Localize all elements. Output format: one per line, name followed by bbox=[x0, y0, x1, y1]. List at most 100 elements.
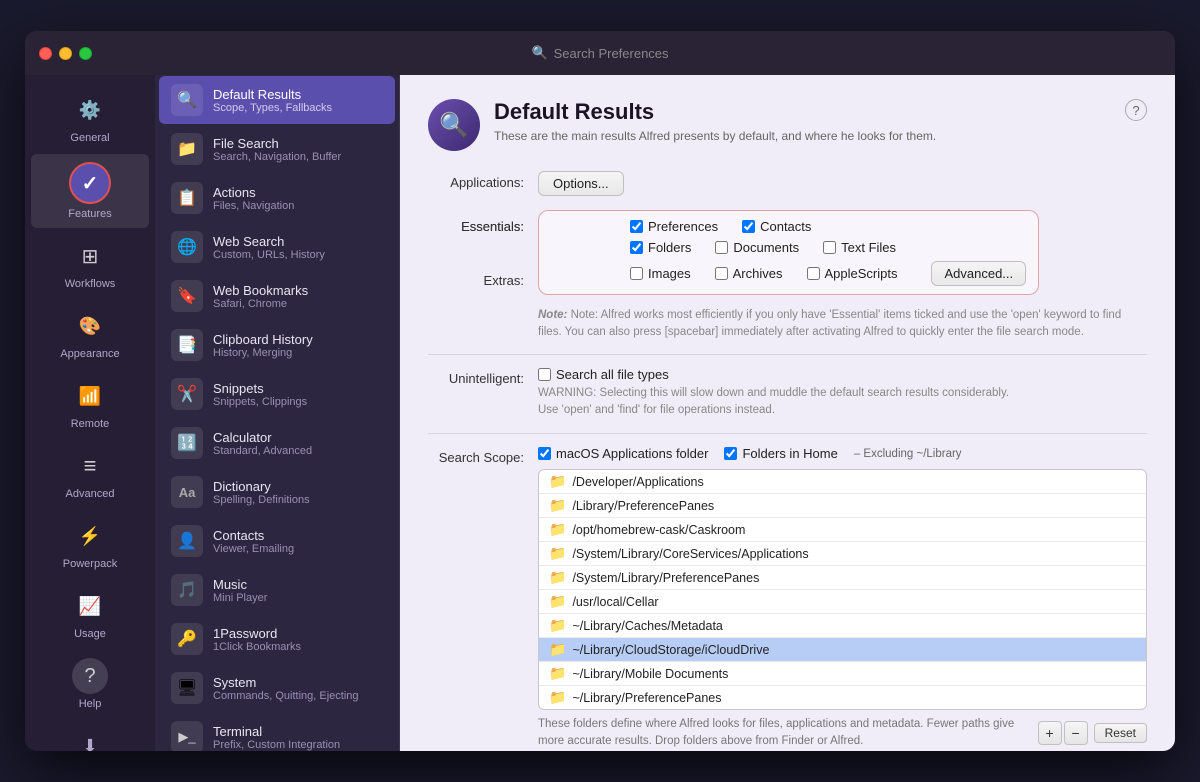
feature-sub-terminal: Prefix, Custom Integration bbox=[213, 739, 340, 751]
feature-item-system[interactable]: 🖥 System Commands, Quitting, Ejecting bbox=[159, 664, 395, 712]
folder-item-6[interactable]: 📁 ~/Library/Caches/Metadata bbox=[539, 614, 1146, 638]
feature-sub-system: Commands, Quitting, Ejecting bbox=[213, 690, 359, 702]
feature-item-1password[interactable]: 🔑 1Password 1Click Bookmarks bbox=[159, 615, 395, 663]
folder-item-2[interactable]: 📁 /opt/homebrew-cask/Caskroom bbox=[539, 518, 1146, 542]
close-button[interactable] bbox=[39, 47, 52, 60]
feature-item-dictionary[interactable]: Aa Dictionary Spelling, Definitions bbox=[159, 468, 395, 516]
feature-item-calculator[interactable]: 🔢 Calculator Standard, Advanced bbox=[159, 419, 395, 467]
checkbox-images[interactable]: Images bbox=[630, 266, 691, 281]
folder-item-8[interactable]: 📁 ~/Library/Mobile Documents bbox=[539, 662, 1146, 686]
feature-item-default-results[interactable]: 🔍 Default Results Scope, Types, Fallback… bbox=[159, 76, 395, 124]
feature-name-dictionary: Dictionary bbox=[213, 479, 310, 494]
scope-check-folders-home[interactable]: Folders in Home bbox=[724, 446, 837, 461]
folder-path-2: /opt/homebrew-cask/Caskroom bbox=[572, 523, 745, 537]
checkbox-preferences-label: Preferences bbox=[648, 219, 718, 234]
folder-item-7[interactable]: 📁 ~/Library/CloudStorage/iCloudDrive bbox=[539, 638, 1146, 662]
sidebar-label-remote: Remote bbox=[71, 418, 110, 430]
checkbox-all-file-types-input[interactable] bbox=[538, 368, 551, 381]
folder-list: 📁 /Developer/Applications 📁 /Library/Pre… bbox=[538, 469, 1147, 710]
folder-item-9[interactable]: 📁 ~/Library/PreferencePanes bbox=[539, 686, 1146, 709]
feature-item-file-search[interactable]: 📁 File Search Search, Navigation, Buffer bbox=[159, 125, 395, 173]
checkbox-documents-input[interactable] bbox=[715, 241, 728, 254]
unintelligent-label: Unintelligent: bbox=[428, 367, 538, 386]
folder-icon-4: 📁 bbox=[549, 569, 566, 586]
feature-icon-clipboard-history: 📑 bbox=[171, 329, 203, 361]
maximize-button[interactable] bbox=[79, 47, 92, 60]
feature-item-terminal[interactable]: ▶_ Terminal Prefix, Custom Integration bbox=[159, 713, 395, 751]
feature-name-web-search: Web Search bbox=[213, 234, 325, 249]
folder-path-5: /usr/local/Cellar bbox=[572, 595, 658, 609]
checkbox-preferences[interactable]: Preferences bbox=[630, 219, 718, 234]
checkbox-applescripts[interactable]: AppleScripts bbox=[807, 266, 898, 281]
checkbox-text-files-input[interactable] bbox=[823, 241, 836, 254]
scope-check-folders-home-label: Folders in Home bbox=[742, 446, 837, 461]
sidebar-item-general[interactable]: ⚙️ General bbox=[31, 84, 149, 152]
folder-icon-5: 📁 bbox=[549, 593, 566, 610]
checkbox-archives[interactable]: Archives bbox=[715, 266, 783, 281]
feature-item-clipboard-history[interactable]: 📑 Clipboard History History, Merging bbox=[159, 321, 395, 369]
folder-item-0[interactable]: 📁 /Developer/Applications bbox=[539, 470, 1146, 494]
checkbox-preferences-input[interactable] bbox=[630, 220, 643, 233]
help-button[interactable]: ? bbox=[1125, 99, 1147, 121]
feature-item-web-bookmarks[interactable]: 🔖 Web Bookmarks Safari, Chrome bbox=[159, 272, 395, 320]
checkbox-text-files[interactable]: Text Files bbox=[823, 240, 896, 255]
checkbox-folders[interactable]: Folders bbox=[630, 240, 691, 255]
checkbox-archives-input[interactable] bbox=[715, 267, 728, 280]
sidebar-item-update[interactable]: ⬇ Update bbox=[31, 720, 149, 751]
folder-item-3[interactable]: 📁 /System/Library/CoreServices/Applicati… bbox=[539, 542, 1146, 566]
sidebar: ⚙️ General ✓ Features ⊞ Workflows 🎨 Appe… bbox=[25, 75, 155, 751]
scope-check-folders-home-input[interactable] bbox=[724, 447, 737, 460]
remote-icon: 📶 bbox=[72, 378, 108, 414]
scope-check-macos-input[interactable] bbox=[538, 447, 551, 460]
features-icon: ✓ bbox=[69, 162, 111, 204]
feature-icon-default-results: 🔍 bbox=[171, 84, 203, 116]
sidebar-item-help[interactable]: ? Help bbox=[31, 650, 149, 718]
advanced-button[interactable]: Advanced... bbox=[931, 261, 1026, 286]
checkbox-folders-input[interactable] bbox=[630, 241, 643, 254]
folder-item-4[interactable]: 📁 /System/Library/PreferencePanes bbox=[539, 566, 1146, 590]
folder-icon-1: 📁 bbox=[549, 497, 566, 514]
feature-name-music: Music bbox=[213, 577, 267, 592]
unintelligent-row: Unintelligent: Search all file types WAR… bbox=[428, 367, 1147, 420]
feature-icon-snippets: ✂️ bbox=[171, 378, 203, 410]
remove-folder-button[interactable]: − bbox=[1064, 721, 1088, 745]
feature-item-web-search[interactable]: 🌐 Web Search Custom, URLs, History bbox=[159, 223, 395, 271]
folder-item-5[interactable]: 📁 /usr/local/Cellar bbox=[539, 590, 1146, 614]
sidebar-item-powerpack[interactable]: ⚡ Powerpack bbox=[31, 510, 149, 578]
applications-row: Applications: Options... bbox=[428, 171, 1147, 196]
content-area: 🔍 Default Results These are the main res… bbox=[400, 75, 1175, 751]
add-folder-button[interactable]: + bbox=[1038, 721, 1062, 745]
options-button[interactable]: Options... bbox=[538, 171, 624, 196]
checkbox-all-file-types[interactable]: Search all file types bbox=[538, 367, 669, 382]
scope-check-macos[interactable]: macOS Applications folder bbox=[538, 446, 708, 461]
feature-sub-actions: Files, Navigation bbox=[213, 200, 294, 212]
folder-icon-0: 📁 bbox=[549, 473, 566, 490]
feature-sub-music: Mini Player bbox=[213, 592, 267, 604]
sidebar-label-powerpack: Powerpack bbox=[63, 558, 117, 570]
reset-button[interactable]: Reset bbox=[1094, 723, 1147, 743]
sidebar-item-advanced[interactable]: ≡ Advanced bbox=[31, 440, 149, 508]
sidebar-item-workflows[interactable]: ⊞ Workflows bbox=[31, 230, 149, 298]
scope-excluding-note: – Excluding ~/Library bbox=[854, 448, 962, 460]
sidebar-item-usage[interactable]: 📈 Usage bbox=[31, 580, 149, 648]
checkbox-images-input[interactable] bbox=[630, 267, 643, 280]
essentials-label: Essentials: bbox=[428, 215, 538, 234]
minimize-button[interactable] bbox=[59, 47, 72, 60]
applications-content: Options... bbox=[538, 171, 1147, 196]
general-icon: ⚙️ bbox=[72, 92, 108, 128]
sidebar-item-remote[interactable]: 📶 Remote bbox=[31, 370, 149, 438]
folder-item-1[interactable]: 📁 /Library/PreferencePanes bbox=[539, 494, 1146, 518]
feature-item-snippets[interactable]: ✂️ Snippets Snippets, Clippings bbox=[159, 370, 395, 418]
sidebar-item-appearance[interactable]: 🎨 Appearance bbox=[31, 300, 149, 368]
feature-item-actions[interactable]: 📋 Actions Files, Navigation bbox=[159, 174, 395, 222]
checkbox-contacts[interactable]: Contacts bbox=[742, 219, 811, 234]
sidebar-item-features[interactable]: ✓ Features bbox=[31, 154, 149, 228]
folder-path-8: ~/Library/Mobile Documents bbox=[572, 667, 728, 681]
checkbox-documents[interactable]: Documents bbox=[715, 240, 799, 255]
checkbox-applescripts-input[interactable] bbox=[807, 267, 820, 280]
extras-row2: Extras: Images Archives bbox=[551, 261, 1026, 286]
feature-item-contacts[interactable]: 👤 Contacts Viewer, Emailing bbox=[159, 517, 395, 565]
feature-text-default-results: Default Results Scope, Types, Fallbacks bbox=[213, 87, 332, 114]
feature-item-music[interactable]: 🎵 Music Mini Player bbox=[159, 566, 395, 614]
checkbox-contacts-input[interactable] bbox=[742, 220, 755, 233]
